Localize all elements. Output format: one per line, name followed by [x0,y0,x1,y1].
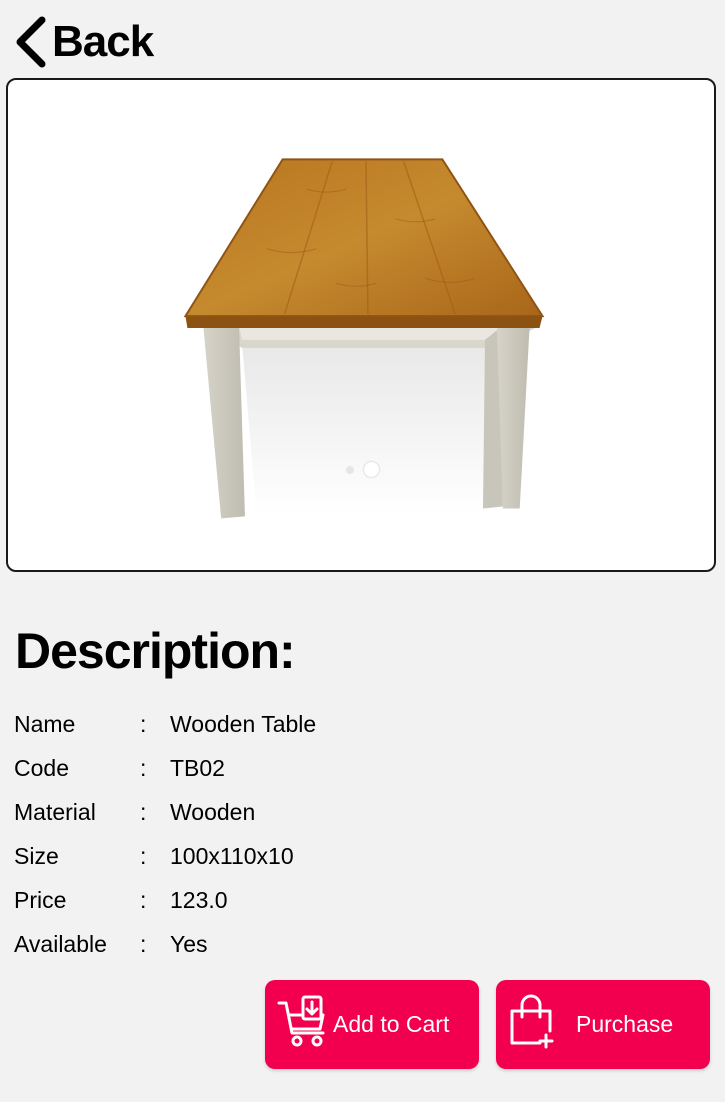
detail-value: 100x110x10 [170,843,294,869]
purchase-button[interactable]: Purchase [496,980,710,1069]
shopping-bag-plus-icon [508,993,556,1056]
add-to-cart-button[interactable]: Add to Cart [265,980,479,1069]
description-title: Description: [15,623,296,679]
detail-separator: : [140,799,147,825]
detail-label: Available [14,931,107,957]
detail-value: TB02 [170,755,225,781]
purchase-label: Purchase [576,1011,674,1037]
detail-value: 123.0 [170,887,228,913]
cart-download-icon [277,993,331,1056]
detail-separator: : [140,843,147,869]
carousel-dot[interactable] [346,465,354,474]
detail-separator: : [140,711,147,737]
detail-label: Code [14,755,69,781]
detail-label: Size [14,843,59,869]
detail-separator: : [140,755,147,781]
detail-separator: : [140,887,147,913]
product-image-carousel[interactable] [6,78,716,572]
detail-separator: : [140,931,147,957]
detail-label: Material [14,799,96,825]
detail-label: Name [14,711,76,737]
back-label: Back [52,17,154,66]
detail-value: Yes [170,931,208,957]
chevron-left-icon [12,14,48,70]
product-image [183,158,545,519]
detail-value: Wooden Table [170,711,317,737]
detail-value: Wooden [170,799,256,825]
carousel-pagination[interactable] [346,462,389,477]
back-button[interactable]: Back [12,14,154,70]
add-to-cart-label: Add to Cart [333,1011,450,1037]
detail-label: Price [14,887,67,913]
carousel-dot-active[interactable] [364,462,379,477]
